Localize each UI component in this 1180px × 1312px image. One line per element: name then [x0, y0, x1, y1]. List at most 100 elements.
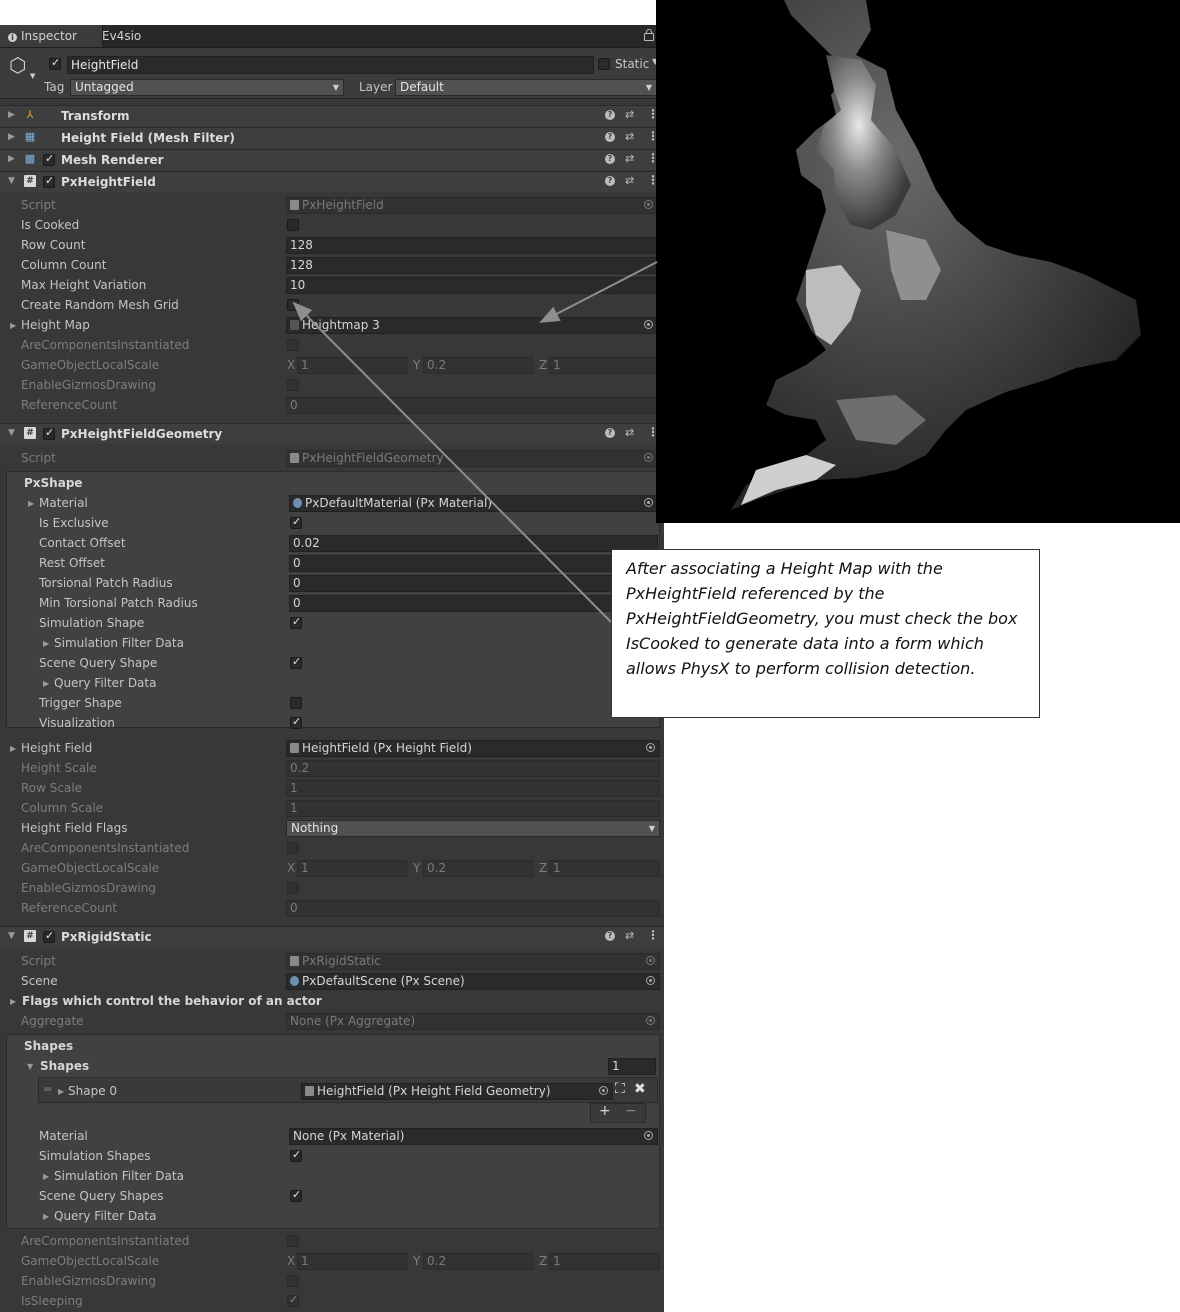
create-random-mesh-grid-checkbox[interactable]	[287, 299, 299, 311]
preset-icon[interactable]: ⇄	[625, 929, 634, 942]
add-item-button[interactable]: +	[599, 1103, 611, 1119]
component-header-pxheightfieldgeometry[interactable]: ▼ # PxHeightFieldGeometry ? ⇄ ⋮	[0, 423, 664, 444]
mesh-filter-icon: ▦	[24, 130, 36, 143]
object-picker-icon[interactable]	[599, 1086, 608, 1095]
fold-arrow-icon[interactable]: ▶	[8, 154, 15, 164]
fold-arrow-icon[interactable]: ▼	[8, 931, 15, 941]
scene-icon	[290, 976, 299, 986]
preset-icon[interactable]: ⇄	[625, 108, 634, 121]
row-count-field[interactable]: 128	[286, 237, 658, 254]
shapes-list-foldout[interactable]: Shapes	[40, 1059, 89, 1073]
component-enabled-checkbox[interactable]	[43, 174, 55, 188]
material-field[interactable]: PxDefaultMaterial (Px Material)	[289, 495, 658, 512]
object-picker-icon[interactable]	[646, 743, 655, 752]
rest-offset-field[interactable]: 0	[289, 555, 658, 572]
min-torsional-patch-radius-field[interactable]: 0	[289, 595, 658, 612]
fold-arrow-icon[interactable]: ▶	[43, 639, 49, 648]
object-picker-icon[interactable]	[644, 498, 653, 507]
height-field-field[interactable]: HeightField (Px Height Field)	[286, 740, 660, 757]
tab-inspector[interactable]: i Inspector	[0, 25, 103, 47]
object-picker-icon	[646, 1016, 655, 1025]
help-icon[interactable]: ?	[605, 132, 615, 142]
contact-offset-field[interactable]: 0.02	[289, 535, 658, 552]
help-icon[interactable]: ?	[605, 154, 615, 164]
is-exclusive-checkbox[interactable]	[290, 515, 302, 529]
script-hash-icon: #	[24, 175, 36, 187]
tag-dropdown[interactable]: Untagged ▼	[70, 79, 344, 96]
shapes-count-field[interactable]: 1	[608, 1058, 656, 1075]
material-field[interactable]: None (Px Material)	[289, 1128, 658, 1145]
fold-arrow-icon[interactable]: ▶	[43, 679, 49, 688]
trigger-shape-checkbox[interactable]	[290, 697, 302, 709]
simulation-shape-label: Simulation Shape	[39, 616, 145, 630]
component-enabled-checkbox[interactable]	[43, 152, 55, 166]
component-header-mesh-filter[interactable]: ▶ ▦ Height Field (Mesh Filter) ? ⇄ ⋮	[0, 127, 664, 148]
scale-y-field: 0.2	[423, 860, 533, 877]
scene-query-shapes-checkbox[interactable]	[290, 1188, 302, 1202]
kebab-menu-icon[interactable]: ⋮	[647, 928, 659, 942]
height-field-flags-dropdown[interactable]: Nothing ▼	[286, 820, 660, 837]
fold-arrow-icon[interactable]: ▶	[58, 1087, 64, 1096]
scale-x-field: 1	[297, 357, 407, 374]
simulation-shapes-checkbox[interactable]	[290, 1148, 302, 1162]
scene-query-shape-checkbox[interactable]	[290, 655, 302, 669]
remove-item-button[interactable]: −	[625, 1103, 637, 1119]
lock-icon[interactable]	[644, 29, 654, 41]
query-filter-data-label[interactable]: Query Filter Data	[54, 676, 156, 690]
active-checkbox[interactable]	[49, 56, 61, 70]
fold-arrow-icon[interactable]: ▶	[10, 744, 16, 753]
layer-dropdown[interactable]: Default ▼	[395, 79, 657, 96]
visualization-checkbox[interactable]	[290, 715, 302, 729]
drag-handle-icon[interactable]: ═	[44, 1082, 51, 1096]
help-icon[interactable]: ?	[605, 931, 615, 941]
help-icon[interactable]: ?	[605, 176, 615, 186]
scene-field[interactable]: PxDefaultScene (Px Scene)	[286, 973, 660, 990]
simulation-shape-checkbox[interactable]	[290, 615, 302, 629]
fold-arrow-icon[interactable]: ▶	[43, 1212, 49, 1221]
fold-arrow-icon[interactable]: ▶	[43, 1172, 49, 1181]
fold-arrow-icon[interactable]: ▶	[28, 499, 34, 508]
fold-arrow-icon[interactable]: ▼	[27, 1062, 33, 1071]
component-header-transform[interactable]: ▶ ⅄ Transform ? ⇄ ⋮	[0, 105, 664, 126]
preset-icon[interactable]: ⇄	[625, 130, 634, 143]
height-map-field[interactable]: Heightmap 3	[286, 317, 658, 334]
actor-flags-foldout[interactable]: Flags which control the behavior of an a…	[22, 994, 322, 1008]
fold-arrow-icon[interactable]: ▼	[8, 176, 15, 186]
query-filter-data-label[interactable]: Query Filter Data	[54, 1209, 156, 1223]
preset-icon[interactable]: ⇄	[625, 174, 634, 187]
component-header-pxheightfield[interactable]: ▼ # PxHeightField ? ⇄ ⋮	[0, 171, 664, 192]
fold-arrow-icon[interactable]: ▼	[8, 428, 15, 438]
torsional-patch-radius-field[interactable]: 0	[289, 575, 658, 592]
object-picker-icon[interactable]	[646, 976, 655, 985]
gameobject-cube-icon[interactable]: ⬡	[9, 55, 26, 75]
shape-0-field[interactable]: HeightField (Px Height Field Geometry)	[301, 1083, 613, 1100]
component-header-mesh-renderer[interactable]: ▶ ▩ Mesh Renderer ? ⇄ ⋮	[0, 149, 664, 170]
gameobject-name-field[interactable]: HeightField	[67, 56, 594, 74]
is-cooked-checkbox[interactable]	[287, 219, 299, 231]
script-file-icon	[290, 200, 299, 210]
max-height-variation-field[interactable]: 10	[286, 277, 658, 294]
component-header-pxrigidstatic[interactable]: ▼ # PxRigidStatic ? ⇄ ⋮	[0, 926, 664, 947]
expand-icon[interactable]: ⛶	[615, 1081, 625, 1097]
component-enabled-checkbox[interactable]	[43, 426, 55, 440]
fold-arrow-icon[interactable]: ▶	[8, 132, 15, 142]
reference-count-label: ReferenceCount	[21, 398, 118, 412]
preset-icon[interactable]: ⇄	[625, 426, 634, 439]
script-label: Script	[21, 451, 56, 465]
column-count-field[interactable]: 128	[286, 257, 658, 274]
fold-arrow-icon[interactable]: ▶	[8, 110, 15, 120]
simulation-filter-data-label[interactable]: Simulation Filter Data	[54, 1169, 184, 1183]
object-picker-icon[interactable]	[644, 320, 653, 329]
static-checkbox[interactable]	[598, 58, 610, 70]
delete-icon[interactable]: ✖	[634, 1081, 646, 1097]
enable-gizmos-label: EnableGizmosDrawing	[21, 881, 156, 895]
help-icon[interactable]: ?	[605, 428, 615, 438]
component-enabled-checkbox[interactable]	[43, 929, 55, 943]
preset-icon[interactable]: ⇄	[625, 152, 634, 165]
fold-arrow-icon[interactable]: ▶	[10, 321, 16, 330]
fold-arrow-icon[interactable]: ▶	[10, 997, 16, 1006]
tab-ev4sio[interactable]: Ev4sio	[94, 25, 149, 47]
object-picker-icon[interactable]	[644, 1131, 653, 1140]
simulation-filter-data-label[interactable]: Simulation Filter Data	[54, 636, 184, 650]
help-icon[interactable]: ?	[605, 110, 615, 120]
